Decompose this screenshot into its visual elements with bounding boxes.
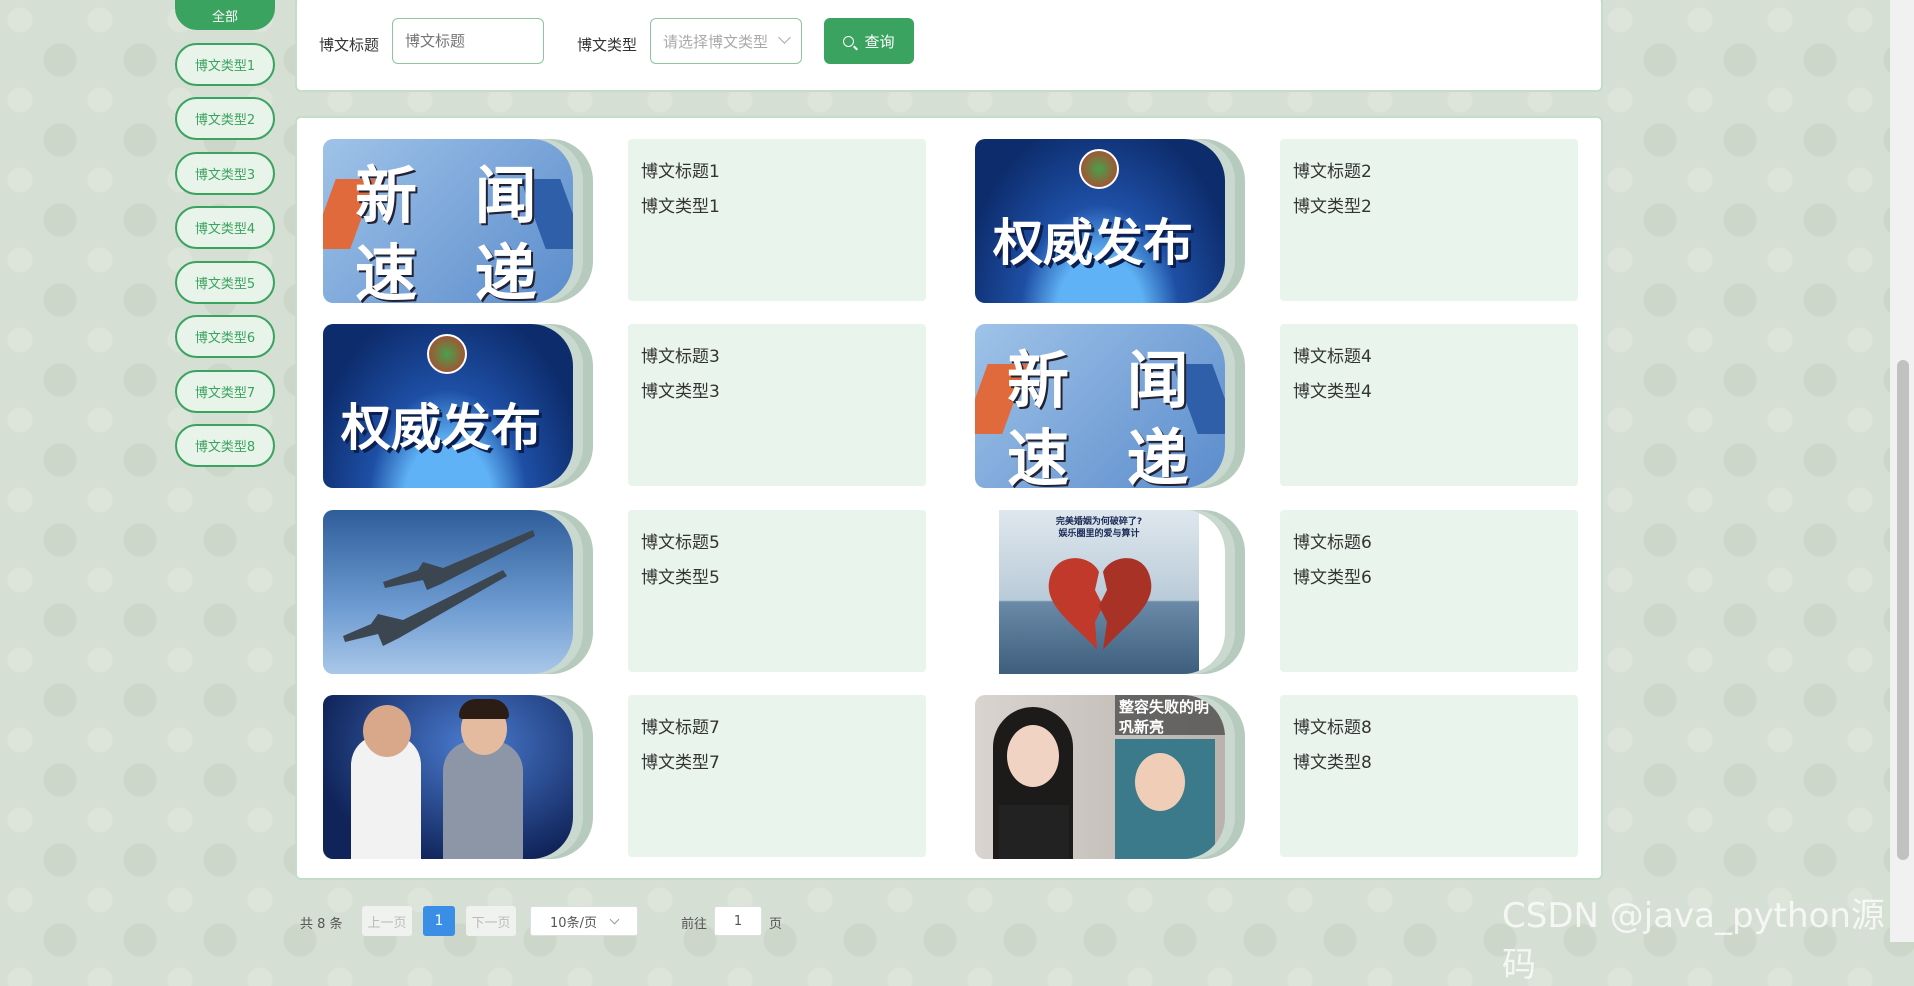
total-count: 共 8 条 — [300, 917, 343, 932]
blog-card-image[interactable]: 权威发布 — [975, 139, 1245, 303]
blog-card-info[interactable]: 博文标题6 博文类型6 — [1280, 510, 1578, 672]
sidebar-item-type5[interactable]: 博文类型5 — [175, 261, 275, 304]
blog-title: 博文标题5 — [641, 533, 720, 553]
blog-category: 博文类型7 — [641, 753, 720, 773]
blog-card-image[interactable]: 权威发布 — [323, 324, 593, 488]
blog-category: 博文类型6 — [1293, 568, 1372, 588]
blog-card-info[interactable]: 博文标题4 博文类型4 — [1280, 324, 1578, 486]
emblem-icon — [427, 334, 467, 374]
chevron-down-icon — [778, 31, 791, 44]
type-filter-label: 博文类型 — [577, 36, 638, 54]
next-page-button[interactable]: 下一页 — [466, 906, 516, 936]
sidebar-item-type4[interactable]: 博文类型4 — [175, 206, 275, 249]
search-icon — [843, 35, 855, 47]
emblem-icon — [1079, 149, 1119, 189]
blog-title: 博文标题8 — [1293, 718, 1372, 738]
blog-category: 博文类型4 — [1293, 382, 1372, 402]
image-caption: 速 递 — [1007, 422, 1207, 488]
sidebar-item-type2[interactable]: 博文类型2 — [175, 97, 275, 140]
blog-card-image[interactable]: 新 闻 速 递 — [323, 139, 593, 303]
blog-title: 博文标题2 — [1293, 162, 1372, 182]
title-search-input[interactable] — [392, 18, 544, 64]
image-caption: 整容失败的明 巩新亮 — [1119, 698, 1210, 736]
chevron-down-icon — [609, 914, 620, 924]
image-caption: 权威发布 — [341, 398, 541, 457]
type-select[interactable]: 请选择博文类型 — [650, 18, 802, 64]
blog-title: 博文标题6 — [1293, 533, 1372, 553]
blog-card-image[interactable] — [323, 510, 593, 674]
image-caption: 完美婚姻为何破碎了? 娱乐圈里的爱与算计 — [1055, 517, 1143, 539]
blog-card-info[interactable]: 博文标题3 博文类型3 — [628, 324, 926, 486]
blog-category: 博文类型3 — [641, 382, 720, 402]
sidebar-item-all[interactable]: 全部 — [175, 0, 275, 30]
fighter-jet-icon — [343, 530, 535, 646]
blog-category: 博文类型8 — [1293, 753, 1372, 773]
blog-card-image[interactable]: 完美婚姻为何破碎了? 娱乐圈里的爱与算计 — [975, 510, 1245, 674]
page-size-select[interactable]: 10条/页 — [530, 906, 638, 936]
sidebar-item-type1[interactable]: 博文类型1 — [175, 43, 275, 86]
search-panel: 博文标题 博文类型 请选择博文类型 查询 — [295, 0, 1603, 92]
blog-card-info[interactable]: 博文标题5 博文类型5 — [628, 510, 926, 672]
goto-page-input[interactable]: 1 — [714, 906, 762, 936]
prev-page-button[interactable]: 上一页 — [362, 906, 412, 936]
search-button[interactable]: 查询 — [824, 18, 914, 64]
blog-card-info[interactable]: 博文标题7 博文类型7 — [628, 695, 926, 857]
sidebar-item-type7[interactable]: 博文类型7 — [175, 370, 275, 413]
sidebar-item-type8[interactable]: 博文类型8 — [175, 424, 275, 467]
watermark: CSDN @java_python源码 — [1502, 896, 1885, 985]
blog-title: 博文标题3 — [641, 347, 720, 367]
blog-card-image[interactable]: 整容失败的明 巩新亮 — [975, 695, 1245, 859]
blog-card-info[interactable]: 博文标题2 博文类型2 — [1280, 139, 1578, 301]
blog-card-image[interactable] — [323, 695, 593, 859]
blog-title: 博文标题7 — [641, 718, 720, 738]
page-number-active[interactable]: 1 — [423, 906, 455, 936]
blog-category: 博文类型2 — [1293, 197, 1372, 217]
image-caption: 新 闻 — [355, 159, 555, 232]
image-caption: 新 闻 — [1007, 344, 1207, 417]
blog-card-info[interactable]: 博文标题8 博文类型8 — [1280, 695, 1578, 857]
blog-card-info[interactable]: 博文标题1 博文类型1 — [628, 139, 926, 301]
sidebar-item-type6[interactable]: 博文类型6 — [175, 315, 275, 358]
image-caption: 速 递 — [355, 237, 555, 303]
blog-title: 博文标题4 — [1293, 347, 1372, 367]
image-caption: 权威发布 — [993, 213, 1193, 272]
goto-label: 前往 — [681, 917, 708, 932]
goto-suffix: 页 — [769, 917, 783, 932]
sidebar-item-type3[interactable]: 博文类型3 — [175, 152, 275, 195]
blog-category: 博文类型5 — [641, 568, 720, 588]
blog-title: 博文标题1 — [641, 162, 720, 182]
title-filter-label: 博文标题 — [319, 36, 380, 54]
blog-category: 博文类型1 — [641, 197, 720, 217]
blog-card-image[interactable]: 新 闻 速 递 — [975, 324, 1245, 488]
scrollbar-thumb[interactable] — [1897, 360, 1909, 860]
page-scrollbar[interactable] — [1890, 0, 1914, 942]
